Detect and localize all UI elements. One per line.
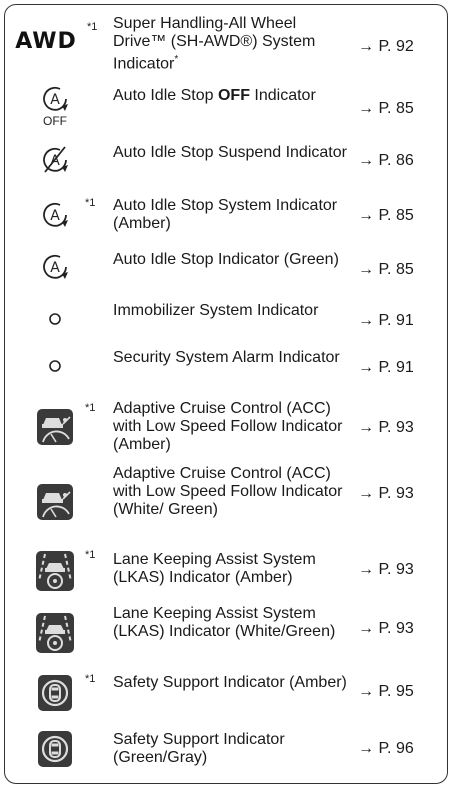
table-row: AWD *1 Super Handling-All Wheel Drive™ (… [5,11,447,73]
indicator-description: Security System Alarm Indicator [113,349,340,366]
indicator-description: Adaptive Cruise Control (ACC) with Low S… [113,400,343,453]
auto-idle-stop-suspend-icon: A [15,138,95,182]
svg-text:A: A [50,208,60,224]
footnote-mark: *1 [85,549,96,561]
indicator-description: Auto Idle Stop OFF Indicator [113,87,316,104]
table-row: Immobilizer System Indicator → P. 91 [5,298,447,340]
auto-idle-stop-icon: A [15,245,95,289]
page-reference: → P. 91 [358,359,414,376]
safety-support-icon [38,731,72,767]
table-row: A *1 Auto Idle Stop System Indicator (Am… [5,193,447,237]
page-reference: → P. 85 [358,207,414,224]
auto-idle-stop-off-icon: A OFF [15,81,95,131]
table-row: *1 Safety Support Indicator (Amber) → P.… [5,669,447,717]
indicator-description: Auto Idle Stop Suspend Indicator [113,144,347,161]
svg-text:A: A [50,260,60,276]
table-row: *1 Lane Keeping Assist System (LKAS) Ind… [5,545,447,597]
footnote-mark: *1 [85,402,96,414]
indicator-description: Adaptive Cruise Control (ACC) with Low S… [113,465,343,518]
table-row: A Auto Idle Stop Suspend Indicator → P. … [5,138,447,182]
page-reference: → P. 92 [358,38,414,55]
page-reference: → P. 86 [358,152,414,169]
table-row: Safety Support Indicator (Green/Gray) → … [5,723,447,775]
footnote-mark: *1 [87,21,98,33]
immobilizer-icon [15,298,95,340]
awd-text-icon: AWD [15,28,77,54]
svg-text:A: A [50,92,60,108]
table-row: Adaptive Cruise Control (ACC) with Low S… [5,463,447,541]
page-reference: → P. 95 [358,683,414,700]
lkas-icon [36,551,74,591]
indicator-description: Auto Idle Stop Indicator (Green) [113,251,339,268]
indicator-table: AWD *1 Super Handling-All Wheel Drive™ (… [4,4,448,784]
auto-idle-stop-system-icon: A [15,193,95,237]
page-reference: → P. 96 [358,740,414,757]
page-reference: → P. 85 [358,261,414,278]
table-row: A Auto Idle Stop Indicator (Green) → P. … [5,245,447,289]
page-reference: → P. 85 [358,100,414,117]
table-row: *1 Adaptive Cruise Control (ACC) with Lo… [5,396,447,458]
indicator-description: Lane Keeping Assist System (LKAS) Indica… [113,605,336,640]
security-alarm-icon [15,345,95,387]
safety-support-icon [38,675,72,711]
indicator-description: Lane Keeping Assist System (LKAS) Indica… [113,551,316,586]
indicator-description: Safety Support Indicator (Green/Gray) [113,731,285,766]
page-reference: → P. 93 [358,620,414,637]
table-row: Lane Keeping Assist System (LKAS) Indica… [5,603,447,663]
acc-low-speed-icon [37,484,73,520]
indicator-description: Auto Idle Stop System Indicator (Amber) [113,197,338,232]
footnote-mark: *1 [85,673,96,685]
page-reference: → P. 91 [358,312,414,329]
acc-low-speed-icon [37,409,73,445]
lkas-icon [36,613,74,653]
table-row: Security System Alarm Indicator → P. 91 [5,345,447,387]
indicator-description: Super Handling-All Wheel Drive™ (SH-AWD®… [113,15,316,73]
page-reference: → P. 93 [358,561,414,578]
table-row: A OFF Auto Idle Stop OFF Indicator → P. … [5,81,447,131]
page-reference: → P. 93 [358,485,414,502]
page-reference: → P. 93 [358,419,414,436]
footnote-mark: *1 [85,197,96,209]
indicator-description: Immobilizer System Indicator [113,302,319,319]
indicator-description: Safety Support Indicator (Amber) [113,674,347,691]
